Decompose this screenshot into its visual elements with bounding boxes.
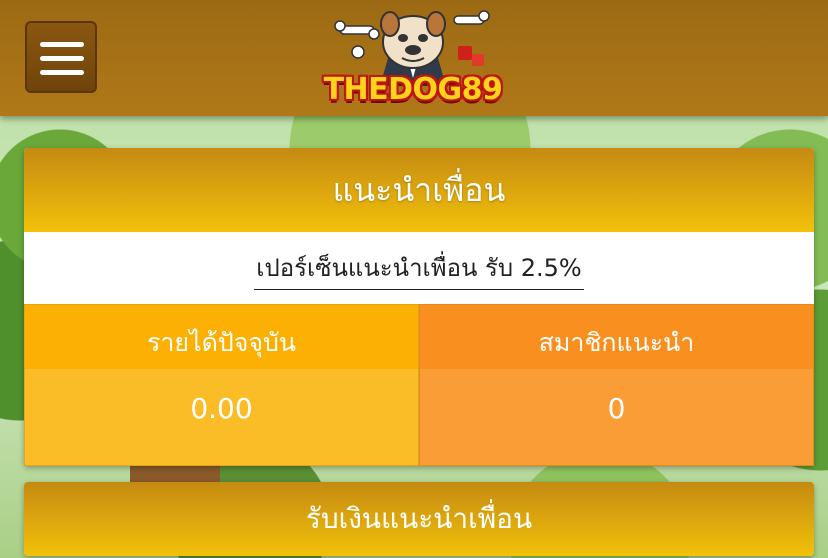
referral-stats: รายได้ปัจจุบัน 0.00 สมาชิกแนะนำ 0 (24, 304, 814, 466)
card-title: แนะนำเพื่อน (24, 148, 814, 232)
site-logo[interactable]: THEDOG89 (318, 6, 508, 110)
hamburger-menu-button[interactable] (25, 21, 97, 93)
referred-members-label: สมาชิกแนะนำ (420, 305, 813, 369)
referred-members-box: สมาชิกแนะนำ 0 (419, 304, 814, 466)
referral-rate-text: เปอร์เซ็นแนะนำเพื่อน รับ 2.5% (254, 248, 584, 290)
referred-members-value: 0 (420, 369, 813, 465)
menu-bar (40, 42, 84, 47)
menu-bar (40, 56, 84, 61)
current-income-value: 0.00 (25, 369, 418, 465)
top-header: THEDOG89 (0, 0, 828, 116)
referral-card: แนะนำเพื่อน เปอร์เซ็นแนะนำเพื่อน รับ 2.5… (24, 148, 814, 466)
logo-text: THEDOG89 (323, 72, 503, 107)
menu-bar (40, 70, 84, 75)
current-income-label: รายได้ปัจจุบัน (25, 305, 418, 369)
claim-referral-button[interactable]: รับเงินแนะนำเพื่อน (24, 482, 814, 556)
current-income-box: รายได้ปัจจุบัน 0.00 (24, 304, 419, 466)
referral-rate: เปอร์เซ็นแนะนำเพื่อน รับ 2.5% (24, 248, 814, 290)
